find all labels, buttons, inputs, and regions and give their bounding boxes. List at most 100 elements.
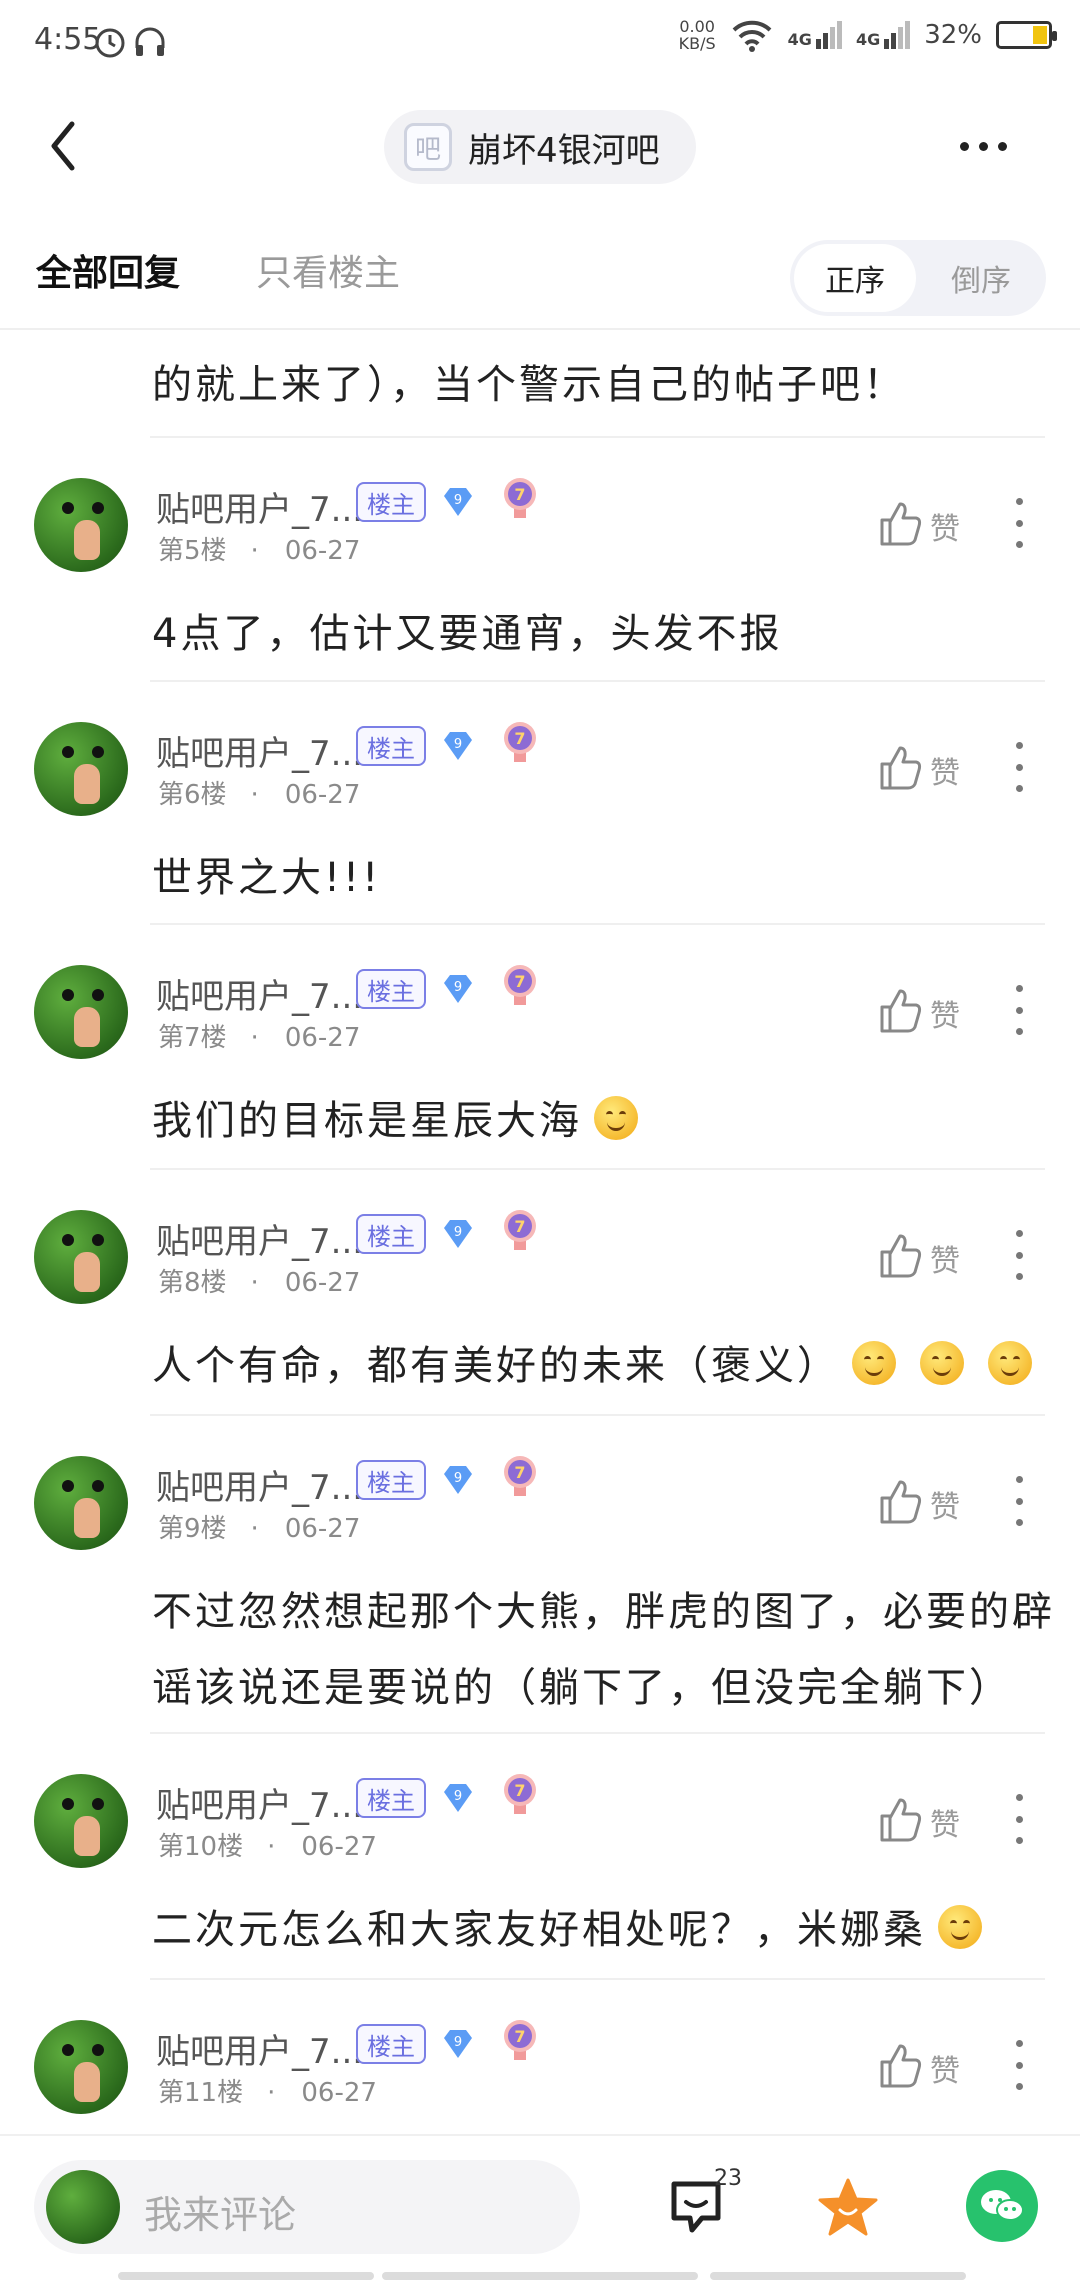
like-icon[interactable] xyxy=(876,985,924,1035)
forum-icon: 吧 xyxy=(404,123,452,171)
headphones-icon xyxy=(135,27,165,56)
host-badge: 楼主 xyxy=(356,1460,426,1500)
wechat-share-button[interactable] xyxy=(966,2170,1038,2242)
post-more-icon[interactable] xyxy=(1014,742,1024,792)
smile-emoji-icon xyxy=(938,1905,982,1949)
level-diamond-icon: 9 xyxy=(444,975,472,1003)
floor-number: 第5楼 xyxy=(158,536,227,566)
post-more-icon[interactable] xyxy=(1014,1476,1024,1526)
post-more-icon[interactable] xyxy=(1014,498,1024,548)
divider xyxy=(150,923,1045,925)
like-label[interactable]: 赞 xyxy=(930,1800,960,1844)
net-speed: 0.00 KB/S xyxy=(679,18,716,52)
username[interactable]: 贴吧用户_7... xyxy=(156,1460,363,1509)
like-icon[interactable] xyxy=(876,1794,924,1844)
like-label[interactable]: 赞 xyxy=(930,1482,960,1526)
host-badge: 楼主 xyxy=(356,1778,426,1818)
comment-placeholder: 我来评论 xyxy=(144,2193,297,2237)
comment-input[interactable]: 我来评论 xyxy=(34,2160,580,2254)
like-icon[interactable] xyxy=(876,2040,924,2090)
post-text-line: 世界之大!!! xyxy=(152,855,382,901)
forum-pill[interactable]: 吧 崩坏4银河吧 xyxy=(384,110,696,184)
home-indicator xyxy=(382,2272,698,2280)
avatar[interactable] xyxy=(34,2020,128,2114)
like-label[interactable]: 赞 xyxy=(930,2046,960,2090)
svg-text:9: 9 xyxy=(454,980,462,995)
svg-text:7: 7 xyxy=(514,2027,525,2046)
medal-icon: 7 xyxy=(504,1210,536,1250)
post-date: 06-27 xyxy=(301,1832,377,1862)
floor-number: 第6楼 xyxy=(158,780,227,810)
host-badge: 楼主 xyxy=(356,969,426,1009)
level-diamond-icon: 9 xyxy=(444,732,472,760)
like-icon[interactable] xyxy=(876,1230,924,1280)
smile-emoji-icon xyxy=(920,1341,964,1385)
star-icon[interactable] xyxy=(816,2176,880,2240)
post-date: 06-27 xyxy=(284,1023,361,1053)
like-icon[interactable] xyxy=(876,742,924,792)
smile-emoji-icon xyxy=(988,1341,1032,1385)
bottom-bar: 我来评论 23 xyxy=(0,2134,1080,2282)
post-text: 人个有命，都有美好的未来（褒义） xyxy=(152,1328,1044,1404)
post-more-icon[interactable] xyxy=(1014,1230,1024,1280)
avatar[interactable] xyxy=(34,965,128,1059)
host-badge: 楼主 xyxy=(356,726,426,766)
svg-text:7: 7 xyxy=(514,485,525,504)
post-more-icon[interactable] xyxy=(1014,985,1024,1035)
username[interactable]: 贴吧用户_7... xyxy=(156,482,363,531)
post-text-line: 不过忽然想起那个大熊，胖虎的图了，必要的辟 xyxy=(152,1589,1055,1635)
order-toggle: 正序 倒序 xyxy=(790,240,1046,316)
signal-2: 4G xyxy=(856,21,911,49)
alarm-icon xyxy=(95,28,125,58)
divider xyxy=(150,1168,1045,1170)
like-icon[interactable] xyxy=(876,1476,924,1526)
like-icon[interactable] xyxy=(876,498,924,548)
username[interactable]: 贴吧用户_7... xyxy=(156,2024,363,2073)
order-asc-button[interactable]: 正序 xyxy=(794,244,916,312)
net-speed-value: 0.00 xyxy=(679,17,715,36)
order-desc-button[interactable]: 倒序 xyxy=(920,244,1042,312)
more-icon[interactable] xyxy=(960,126,1030,166)
post-meta: 第5楼 · 06-27 xyxy=(158,536,361,566)
level-diamond-icon: 9 xyxy=(444,2030,472,2058)
post-text: 二次元怎么和大家友好相处呢？，米娜桑 xyxy=(152,1892,994,1968)
post-text-line: 我们的目标是星辰大海 xyxy=(152,1098,582,1144)
post-text: 世界之大!!! xyxy=(152,840,381,916)
like-label[interactable]: 赞 xyxy=(930,991,960,1035)
post-meta: 第7楼 · 06-27 xyxy=(158,1023,361,1053)
back-icon[interactable] xyxy=(40,110,100,180)
post-text: 不过忽然想起那个大熊，胖虎的图了，必要的辟 谣该说还是要说的（躺下了，但没完全躺下… xyxy=(152,1574,1055,1726)
tab-all-replies[interactable]: 全部回复 xyxy=(36,244,180,296)
reply-count: 23 xyxy=(714,2166,742,2191)
like-label[interactable]: 赞 xyxy=(930,504,960,548)
post-text: 我们的目标是星辰大海 xyxy=(152,1083,650,1159)
tab-host-only[interactable]: 只看楼主 xyxy=(256,244,400,296)
post-date: 06-27 xyxy=(284,1268,361,1298)
level-diamond-icon: 9 xyxy=(444,488,472,516)
username[interactable]: 贴吧用户_7... xyxy=(156,1778,363,1827)
post-text-line: 人个有命，都有美好的未来（褒义） xyxy=(152,1343,840,1389)
avatar[interactable] xyxy=(34,1210,128,1304)
post-text-line: 二次元怎么和大家友好相处呢？，米娜桑 xyxy=(152,1907,926,1953)
username[interactable]: 贴吧用户_7... xyxy=(156,969,363,1018)
host-badge: 楼主 xyxy=(356,482,426,522)
post-more-icon[interactable] xyxy=(1014,1794,1024,1844)
post-date: 06-27 xyxy=(284,780,361,810)
avatar[interactable] xyxy=(34,1456,128,1550)
avatar[interactable] xyxy=(34,722,128,816)
username[interactable]: 贴吧用户_7... xyxy=(156,726,363,775)
post-meta: 第9楼 · 06-27 xyxy=(158,1514,361,1544)
post-meta: 第11楼 · 06-27 xyxy=(158,2078,377,2108)
level-diamond-icon: 9 xyxy=(444,1784,472,1812)
post-meta: 第8楼 · 06-27 xyxy=(158,1268,361,1298)
post-more-icon[interactable] xyxy=(1014,2040,1024,2090)
divider xyxy=(150,680,1045,682)
username[interactable]: 贴吧用户_7... xyxy=(156,1214,363,1263)
like-label[interactable]: 赞 xyxy=(930,1236,960,1280)
svg-text:7: 7 xyxy=(514,1217,525,1236)
level-diamond-icon: 9 xyxy=(444,1220,472,1248)
floor-number: 第10楼 xyxy=(158,1832,244,1862)
avatar[interactable] xyxy=(34,1774,128,1868)
avatar[interactable] xyxy=(34,478,128,572)
like-label[interactable]: 赞 xyxy=(930,748,960,792)
